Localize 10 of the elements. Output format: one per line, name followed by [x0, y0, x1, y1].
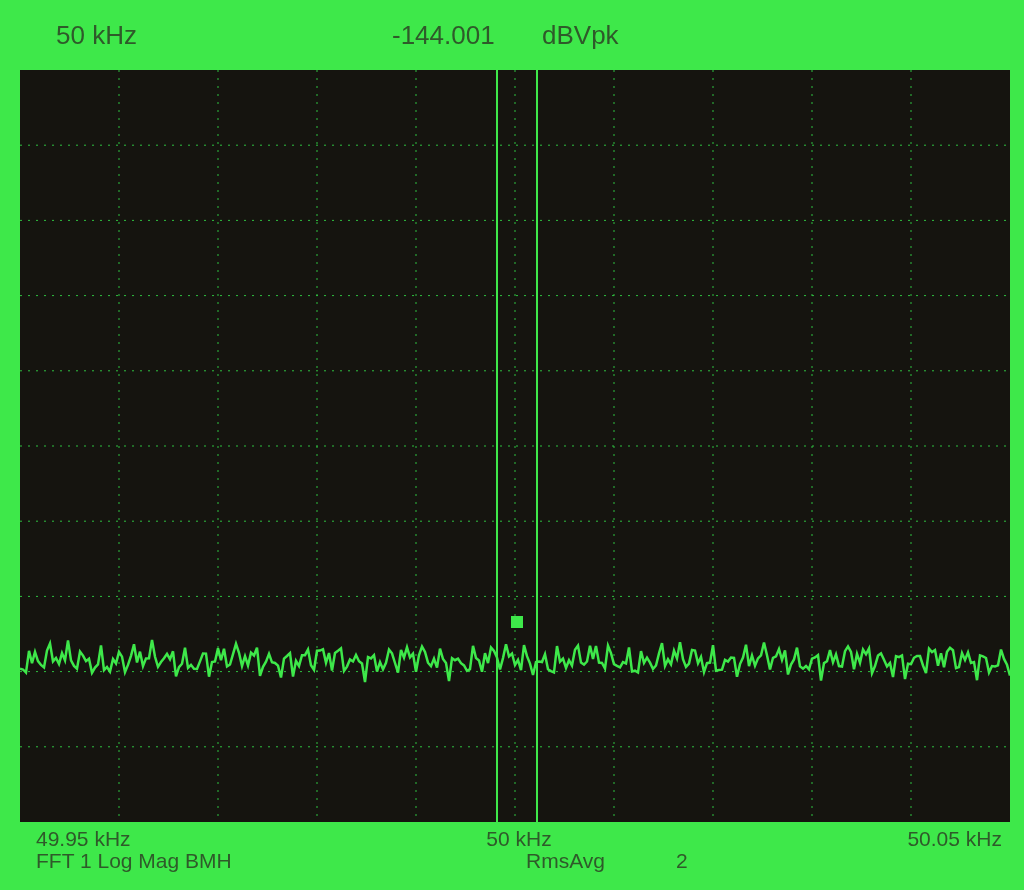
center-frequency: 50 kHz — [486, 828, 552, 851]
unit-label: dBVpk — [542, 18, 619, 52]
measurement-label: FFT 1 Log Mag BMH — [36, 850, 233, 873]
stop-frequency: 50.05 kHz — [907, 828, 1002, 851]
average-count: 2 — [676, 850, 688, 873]
averaging-label: RmsAvg — [526, 850, 606, 873]
marker-value: -144.001 — [392, 18, 496, 52]
marker-frequency: 50 kHz — [56, 18, 138, 52]
start-frequency: 49.95 kHz — [36, 828, 131, 851]
marker-icon — [511, 616, 523, 628]
